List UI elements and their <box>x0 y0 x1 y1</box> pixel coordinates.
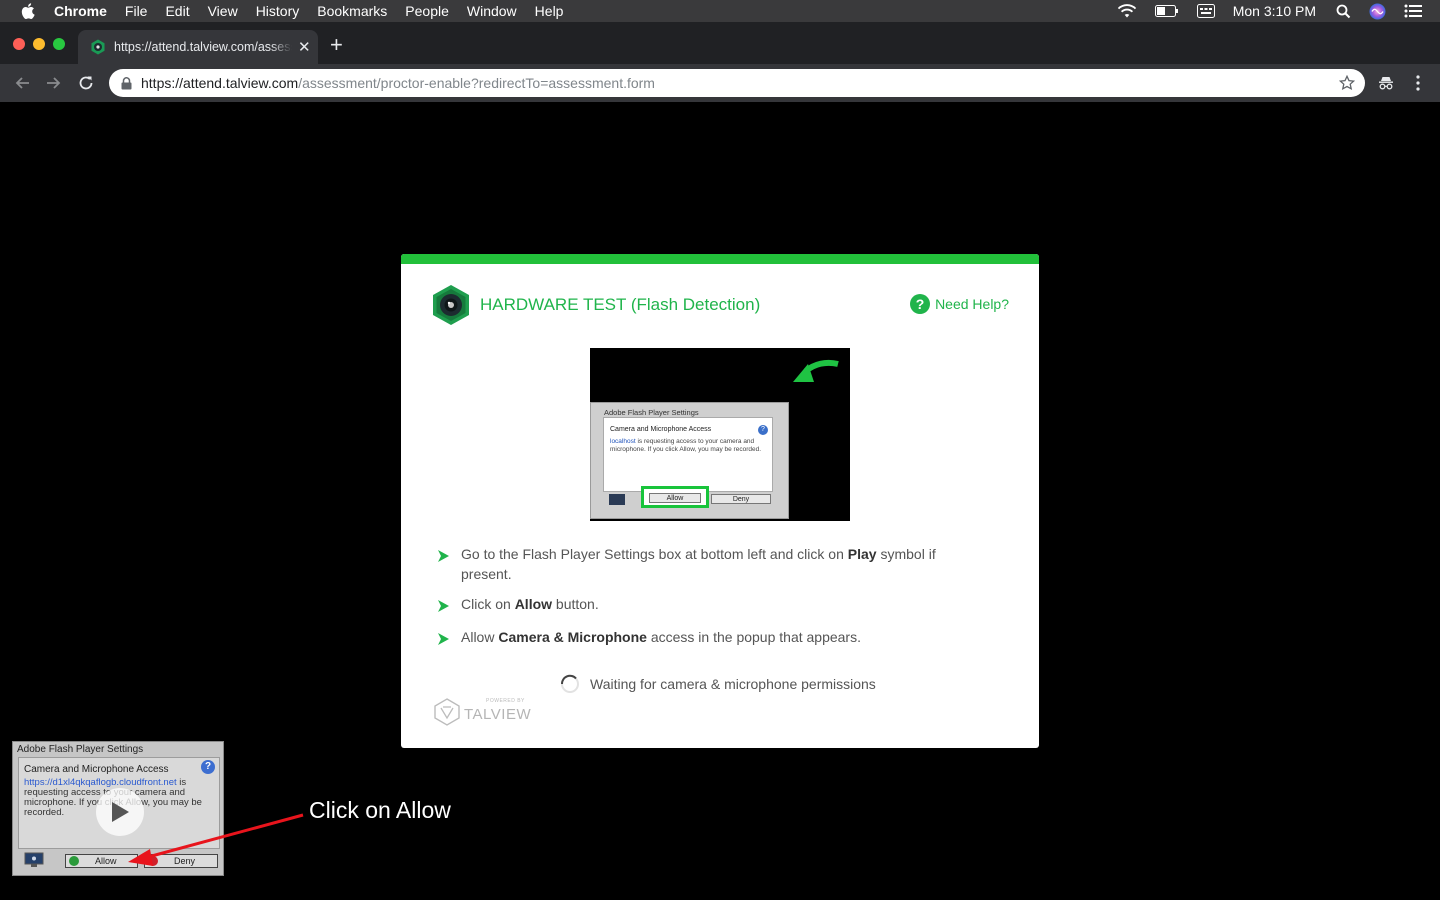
instruction-text-bold: Allow <box>514 596 553 612</box>
talview-brand-name: TALVIEW <box>464 706 532 723</box>
menu-edit[interactable]: Edit <box>165 0 189 22</box>
instruction-list: Go to the Flash Player Settings box at b… <box>438 544 978 660</box>
instruction-text-pre: Allow <box>461 629 499 645</box>
menu-file[interactable]: File <box>125 0 148 22</box>
need-help-link[interactable]: ? Need Help? <box>910 294 1009 314</box>
forward-icon[interactable] <box>44 73 64 93</box>
instruction-item: Click on Allow button. <box>438 594 978 617</box>
chevron-right-icon <box>438 627 461 650</box>
demo-flash-dialog: Adobe Flash Player Settings Camera and M… <box>590 402 789 519</box>
instruction-item: Go to the Flash Player Settings box at b… <box>438 544 978 584</box>
demo-dialog-heading: Camera and Microphone Access <box>610 426 712 433</box>
talview-camera-logo-icon <box>432 284 470 331</box>
close-window-button[interactable] <box>13 38 25 50</box>
waiting-status: Waiting for camera & microphone permissi… <box>560 674 876 694</box>
flash-deny-button[interactable]: Deny <box>144 854 218 868</box>
instruction-text: Allow Camera & Microphone access in the … <box>461 627 861 647</box>
loading-spinner-icon <box>560 674 580 694</box>
instruction-text: Go to the Flash Player Settings box at b… <box>461 544 978 584</box>
back-icon[interactable] <box>12 73 32 93</box>
macos-menu-bar: Chrome File Edit View History Bookmarks … <box>0 0 1440 22</box>
url-text[interactable]: https://attend.talview.com/assessment/pr… <box>141 75 655 91</box>
demo-deny-button: Deny <box>711 494 771 504</box>
demo-dialog-text: localhost is requesting access to your c… <box>610 438 770 453</box>
hardware-test-card: HARDWARE TEST (Flash Detection) ? Need H… <box>401 254 1039 748</box>
demo-allow-button: Allow <box>649 493 701 503</box>
talview-logo-icon <box>434 698 460 731</box>
instruction-text-pre: Click on <box>461 596 515 612</box>
menu-people[interactable]: People <box>405 0 449 22</box>
demo-dialog-title: Adobe Flash Player Settings <box>604 408 699 417</box>
annotation-text: Click on Allow <box>309 797 451 823</box>
notification-center-icon[interactable] <box>1404 4 1422 18</box>
input-source-icon[interactable] <box>1196 4 1215 18</box>
instruction-text-post: access in the popup that appears. <box>646 629 861 645</box>
demo-monitor-icon <box>609 494 625 505</box>
chevron-right-icon <box>438 594 461 617</box>
menu-view[interactable]: View <box>208 0 238 22</box>
instruction-text-bold: Camera & Microphone <box>498 629 647 645</box>
battery-icon[interactable] <box>1154 5 1179 17</box>
instruction-text-pre: Go to the Flash Player Settings box at b… <box>461 546 848 562</box>
flash-allow-label: Allow <box>95 856 117 866</box>
demo-dialog-body: Camera and Microphone Access ? localhost… <box>603 417 773 492</box>
spotlight-search-icon[interactable] <box>1336 4 1351 19</box>
menu-app-chrome[interactable]: Chrome <box>54 0 107 22</box>
url-host: https://attend.talview.com <box>141 75 299 91</box>
browser-tab[interactable]: https://attend.talview.com/assessment ✕ <box>78 30 318 64</box>
flash-deny-label: Deny <box>174 856 196 866</box>
flash-dialog-title: Adobe Flash Player Settings <box>17 744 144 755</box>
card-accent-bar <box>401 254 1039 264</box>
demo-dialog-link: localhost <box>610 438 636 445</box>
instruction-text: Click on Allow button. <box>461 594 599 614</box>
flash-help-icon[interactable]: ? <box>201 760 215 774</box>
browser-menu-icon[interactable] <box>1408 73 1428 93</box>
flash-dialog-heading: Camera and Microphone Access <box>24 764 169 775</box>
flash-player-settings-dialog: Adobe Flash Player Settings Camera and M… <box>12 741 224 876</box>
allow-check-icon <box>69 856 79 866</box>
minimize-window-button[interactable] <box>33 38 45 50</box>
instruction-text-bold: Play <box>847 546 877 562</box>
menu-window[interactable]: Window <box>467 0 517 22</box>
play-button-icon[interactable] <box>96 788 144 836</box>
flash-allow-button[interactable]: Allow <box>65 854 138 868</box>
chevron-right-icon <box>438 544 461 567</box>
instruction-text-post: button. <box>552 596 599 612</box>
menu-bookmarks[interactable]: Bookmarks <box>317 0 387 22</box>
flash-monitor-icon[interactable] <box>24 852 44 873</box>
menu-history[interactable]: History <box>256 0 300 22</box>
menubar-clock[interactable]: Mon 3:10 PM <box>1233 3 1316 19</box>
address-bar[interactable]: https://attend.talview.com/assessment/pr… <box>109 69 1365 97</box>
tab-strip: https://attend.talview.com/assessment ✕ … <box>0 22 1440 64</box>
lock-icon[interactable] <box>121 76 132 90</box>
apple-icon[interactable] <box>19 2 37 20</box>
curved-arrow-icon <box>788 358 840 393</box>
tab-close-icon[interactable]: ✕ <box>298 38 311 56</box>
card-title: HARDWARE TEST (Flash Detection) <box>480 295 761 314</box>
talview-brand: POWERED BY TALVIEW <box>434 698 531 731</box>
need-help-label: Need Help? <box>935 296 1009 312</box>
help-question-icon: ? <box>910 294 931 314</box>
powered-by-label: POWERED BY <box>486 698 525 704</box>
demo-help-icon: ? <box>758 425 768 435</box>
waiting-text: Waiting for camera & microphone permissi… <box>590 676 876 692</box>
flash-settings-demo-image: Adobe Flash Player Settings Camera and M… <box>590 348 850 521</box>
menu-help[interactable]: Help <box>535 0 564 22</box>
maximize-window-button[interactable] <box>53 38 65 50</box>
wifi-icon[interactable] <box>1117 4 1137 18</box>
new-tab-button[interactable]: + <box>330 34 343 56</box>
talview-favicon-icon <box>90 39 106 55</box>
siri-icon[interactable] <box>1369 3 1386 20</box>
instruction-item: Allow Camera & Microphone access in the … <box>438 627 978 650</box>
bookmark-star-icon[interactable] <box>1338 74 1356 96</box>
url-path: /assessment/proctor-enable?redirectTo=as… <box>298 75 655 91</box>
tab-title: https://attend.talview.com/assessment <box>114 40 292 54</box>
reload-icon[interactable] <box>76 73 96 93</box>
demo-allow-highlight: Allow <box>641 486 709 508</box>
browser-toolbar: https://attend.talview.com/assessment/pr… <box>0 64 1440 102</box>
deny-stop-icon <box>148 856 158 866</box>
incognito-extension-icon[interactable] <box>1376 73 1396 93</box>
